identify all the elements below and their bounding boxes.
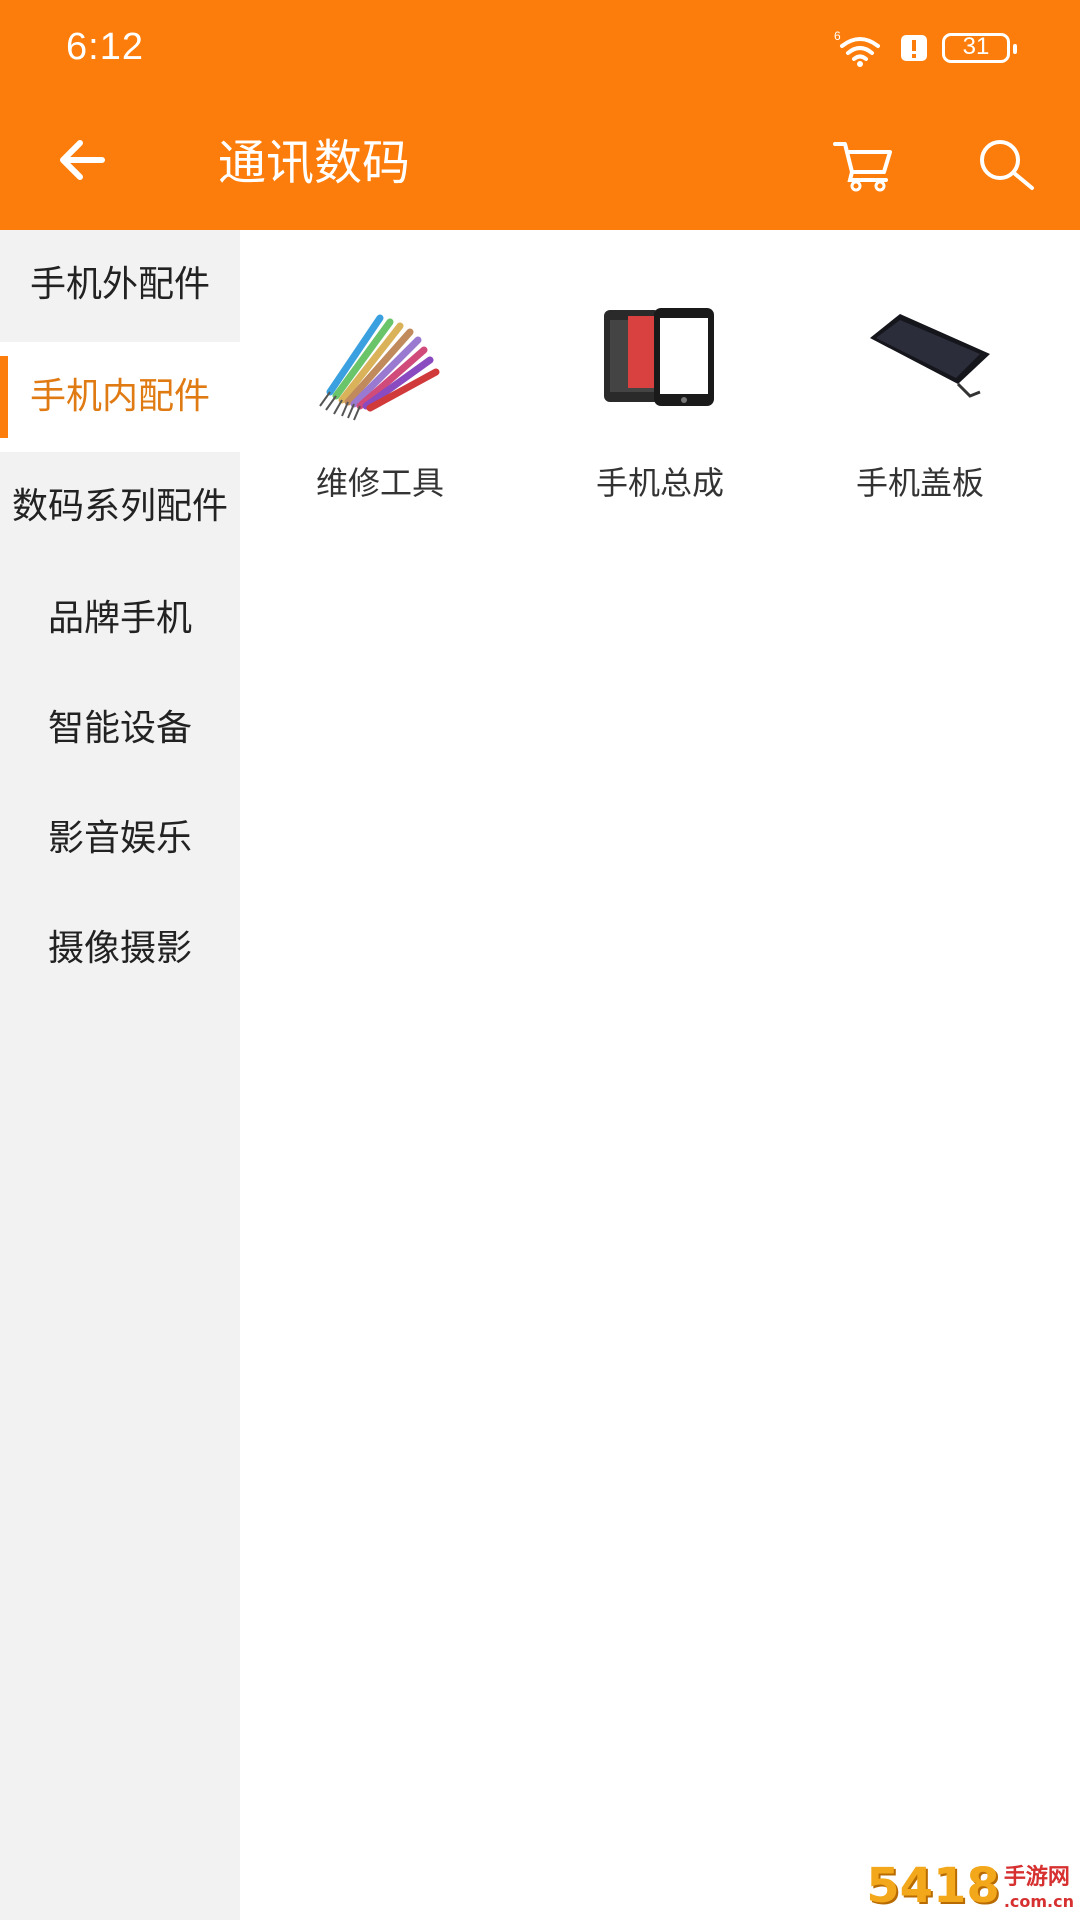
category-grid: 维修工具 手机总成 手机盖板: [240, 230, 1080, 1920]
sidebar-item-smart-devices[interactable]: 智能设备: [0, 674, 240, 784]
phone-assembly-image: [604, 308, 714, 406]
sidebar-item-label: 手机外配件: [29, 264, 210, 305]
sidebar-item-label: 摄像摄影: [47, 928, 192, 969]
wifi-icon: 6: [834, 29, 880, 67]
screwdriver-set-image: [319, 314, 440, 421]
sidebar-item-audio-video[interactable]: 影音娱乐: [0, 784, 240, 894]
status-icons: 6 31: [834, 28, 1017, 68]
sidebar-item-label: 影音娱乐: [47, 818, 192, 859]
sidebar-item-brand-phones[interactable]: 品牌手机: [0, 564, 240, 674]
category-phone-assembly[interactable]: 手机总成: [540, 280, 780, 504]
phone-cover-image: [870, 314, 990, 398]
notification-alert-icon: [901, 35, 927, 61]
page-title: 通讯数码: [218, 135, 411, 191]
back-arrow-icon[interactable]: [52, 130, 112, 190]
sidebar-item-label: 数码系列配件: [11, 486, 228, 527]
cart-icon[interactable]: [832, 136, 896, 192]
status-time: 6:12: [66, 26, 144, 68]
category-label: 手机总成: [595, 464, 724, 502]
category-label: 维修工具: [315, 464, 444, 502]
sidebar-item-label: 智能设备: [47, 708, 192, 749]
sidebar-item-label: 品牌手机: [47, 598, 192, 639]
sidebar-item-digital-accessories[interactable]: 数码系列配件: [0, 452, 240, 562]
category-label: 手机盖板: [855, 464, 984, 502]
search-icon[interactable]: [976, 136, 1036, 192]
battery-icon: 31: [942, 33, 1017, 63]
sidebar-item-phone-internal-accessories[interactable]: 手机内配件: [0, 342, 240, 452]
app-header: 6:12 6 31 通讯数码: [0, 0, 1080, 230]
category-sidebar: 手机外配件 手机内配件 数码系列配件 品牌手机 智能设备 影音娱乐 摄像摄影: [0, 230, 240, 1920]
sidebar-item-phone-external-accessories[interactable]: 手机外配件: [0, 230, 240, 340]
sidebar-item-photography[interactable]: 摄像摄影: [0, 894, 240, 1004]
svg-text:6: 6: [834, 29, 841, 43]
selected-indicator: [0, 356, 8, 438]
site-watermark-logo: 5418 手游网 .com.cn: [866, 1858, 1074, 1914]
sidebar-item-label: 手机内配件: [29, 376, 210, 417]
category-phone-cover[interactable]: 手机盖板: [800, 280, 1040, 504]
category-repair-tools[interactable]: 维修工具: [260, 280, 500, 504]
battery-level: 31: [962, 33, 990, 60]
